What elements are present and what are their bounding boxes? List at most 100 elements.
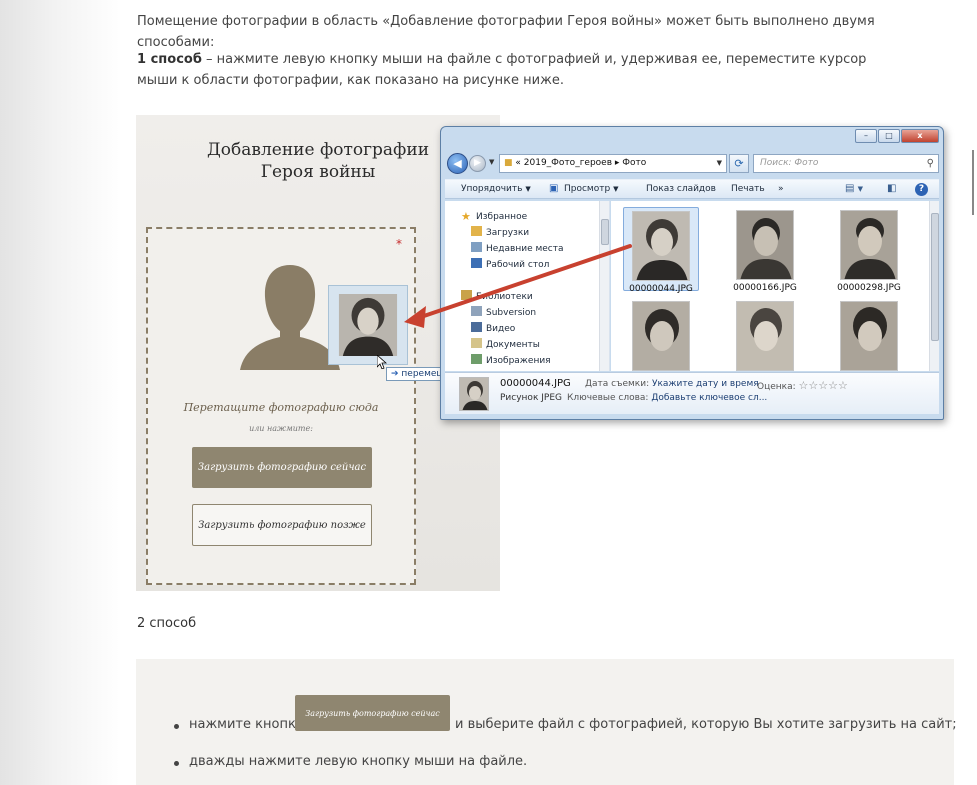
file-tile[interactable]	[727, 301, 803, 371]
nav-favorites-label: Избранное	[476, 212, 528, 222]
nav-scroll-thumb[interactable]	[601, 219, 609, 245]
forward-button[interactable]: ▶	[469, 155, 486, 172]
help-icon[interactable]: ?	[915, 183, 928, 196]
view-menu[interactable]: Просмотр ▼	[564, 184, 618, 194]
minimize-button[interactable]: –	[855, 129, 877, 143]
window-controls: – □ x	[854, 129, 939, 143]
organize-label: Упорядочить	[461, 184, 523, 194]
list-bullet	[174, 724, 179, 729]
documents-icon	[471, 338, 482, 348]
folder-icon: ■	[504, 158, 513, 168]
photo-thumbnail	[840, 210, 898, 280]
nav-pictures[interactable]: Изображения	[471, 354, 551, 366]
more-commands-button[interactable]: »	[778, 184, 784, 194]
upload-now-button[interactable]: Загрузить фотографию сейчас	[192, 447, 372, 488]
nav-pictures-label: Изображения	[486, 356, 551, 366]
nav-favorites[interactable]: ★ Избранное	[461, 210, 528, 223]
history-dropdown-icon[interactable]: ▼	[489, 158, 494, 166]
required-mark: *	[396, 237, 402, 251]
chevron-down-icon: ▼	[613, 185, 619, 193]
file-name: 00000044.JPG	[629, 284, 693, 294]
date-label: Дата съемки:	[585, 379, 650, 389]
page-scrollbar-edge	[972, 150, 974, 215]
search-placeholder: Поиск: Фото	[760, 158, 819, 168]
file-scroll-thumb[interactable]	[931, 213, 939, 341]
pictures-icon	[471, 354, 482, 364]
nav-libraries[interactable]: Библиотеки	[461, 290, 533, 302]
list-bullet	[174, 761, 179, 766]
nav-libraries-label: Библиотеки	[476, 292, 533, 302]
nav-desktop[interactable]: Рабочий стол	[471, 258, 549, 270]
slideshow-button[interactable]: Показ слайдов	[646, 184, 716, 194]
file-tile[interactable]	[831, 301, 907, 371]
file-list-scrollbar[interactable]	[929, 201, 939, 371]
photo-dropzone[interactable]: * ➔ перемещение Перетащите фотографию сю…	[146, 227, 473, 585]
person-silhouette-icon	[240, 265, 340, 370]
libraries-icon	[461, 290, 472, 300]
breadcrumb-item[interactable]: 2019_Фото_героев	[524, 158, 612, 168]
chevron-down-icon: ▼	[525, 185, 531, 193]
file-tile[interactable]: 00000298.JPG	[831, 210, 907, 293]
nav-recent-places[interactable]: Недавние места	[471, 242, 564, 254]
method2-item1-after: и выберите файл с фотографией, которую В…	[455, 717, 957, 732]
details-date[interactable]: Дата съемки: Укажите дату и время	[585, 379, 759, 389]
keywords-label: Ключевые слова:	[567, 393, 649, 403]
portrait-photo-icon	[338, 294, 398, 356]
search-icon: ⚲	[926, 158, 934, 169]
nav-subversion[interactable]: Subversion	[471, 306, 536, 318]
organize-menu[interactable]: Упорядочить ▼	[461, 184, 531, 194]
breadcrumb-item[interactable]: Фото	[622, 158, 646, 168]
method1-text: – нажмите левую кнопку мыши на файле с ф…	[137, 52, 867, 88]
explorer-toolbar: Упорядочить ▼ ▣ Просмотр ▼ Показ слайдов…	[445, 179, 939, 199]
nav-video[interactable]: Видео	[471, 322, 515, 334]
method2-item2: дважды нажмите левую кнопку мыши на файл…	[189, 754, 528, 769]
photo-thumbnail	[736, 301, 794, 371]
photo-thumbnail	[736, 210, 794, 280]
file-tile[interactable]	[623, 301, 699, 371]
back-button[interactable]: ◀	[447, 153, 468, 174]
upload-later-button[interactable]: Загрузить фотографию позже	[192, 504, 372, 546]
subversion-icon	[471, 306, 482, 316]
rating-stars[interactable]: ☆☆☆☆☆	[799, 379, 848, 392]
rating-label: Оценка:	[757, 382, 796, 392]
details-rating[interactable]: Оценка: ☆☆☆☆☆	[757, 379, 848, 392]
refresh-button[interactable]: ⟳	[729, 154, 749, 173]
explorer-window: – □ x ◀ ▶ ▼ ■ « 2019_Фото_героев ▸ Фото …	[440, 126, 944, 420]
nav-pane-scrollbar[interactable]	[599, 201, 609, 371]
file-name: 00000298.JPG	[837, 283, 901, 293]
video-icon	[471, 322, 482, 332]
nav-recent-label: Недавние места	[486, 244, 564, 254]
details-filetype: Рисунок JPEG	[500, 393, 562, 403]
address-bar[interactable]: ■ « 2019_Фото_героев ▸ Фото ▼	[499, 154, 727, 173]
intro-paragraph: Помещение фотографии в область «Добавлен…	[137, 14, 875, 50]
file-list: 00000044.JPG 00000166.JPG 00000298.JPG	[611, 201, 939, 371]
method2-heading: 2 способ	[137, 616, 197, 631]
downloads-folder-icon	[471, 226, 482, 236]
print-button[interactable]: Печать	[731, 184, 765, 194]
nav-desktop-label: Рабочий стол	[486, 260, 550, 270]
nav-downloads[interactable]: Загрузки	[471, 226, 529, 238]
method1-paragraph: 1 способ – нажмите левую кнопку мыши на …	[137, 49, 907, 91]
file-tile[interactable]: 00000044.JPG	[623, 207, 699, 294]
method2-item1-before: нажмите кнопку	[189, 717, 304, 732]
preview-pane-icon[interactable]: ◧	[887, 183, 896, 194]
address-dropdown-icon[interactable]: ▼	[717, 155, 722, 172]
arrow-right-icon: ➔	[391, 369, 399, 379]
photo-thumbnail	[840, 301, 898, 371]
search-input[interactable]: Поиск: Фото ⚲	[753, 154, 939, 173]
or-hint: или нажмите:	[249, 424, 313, 433]
file-tile[interactable]: 00000166.JPG	[727, 210, 803, 293]
details-filename: 00000044.JPG	[500, 378, 571, 389]
inline-upload-now-button[interactable]: Загрузить фотографию сейчас	[295, 695, 450, 731]
nav-video-label: Видео	[486, 324, 516, 334]
nav-documents[interactable]: Документы	[471, 338, 540, 350]
recent-places-icon	[471, 242, 482, 252]
navigation-pane: ★ Избранное Загрузки Недавние места Рабоч…	[445, 201, 610, 371]
maximize-button[interactable]: □	[878, 129, 900, 143]
photo-thumbnail	[632, 211, 690, 281]
page-left-shadow	[0, 0, 120, 785]
view-options-icon[interactable]: ▤ ▼	[845, 183, 863, 194]
details-keywords[interactable]: Ключевые слова: Добавьте ключевое сл...	[567, 393, 767, 403]
close-button[interactable]: x	[901, 129, 939, 143]
method1-label: 1 способ	[137, 52, 202, 67]
